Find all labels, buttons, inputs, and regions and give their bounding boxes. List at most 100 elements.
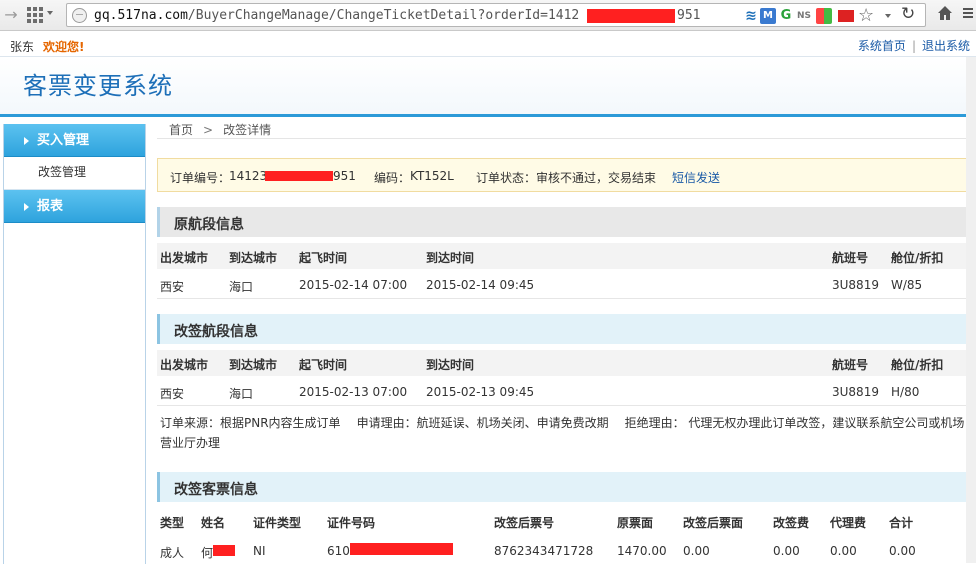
home-icon[interactable]	[936, 4, 954, 22]
change-reasons: 订单来源：根据PNR内容生成订单 申请理由：航班延误、机场关闭、申请免费改期 拒绝理…	[160, 413, 965, 453]
ext-blue-icon[interactable]: M	[760, 8, 776, 24]
cell-departure: 西安	[160, 280, 185, 294]
order-source: 订单来源：根据PNR内容生成订单	[160, 416, 341, 430]
chevron-down-icon[interactable]	[47, 11, 53, 15]
browser-toolbar: → gq.517na.com/BuyerChangeManage/ChangeT…	[0, 0, 976, 31]
col-change-fee: 改签费	[773, 516, 810, 530]
cell-flight-no: 3U8819	[832, 385, 879, 399]
back-arrow-icon[interactable]: →	[2, 6, 20, 24]
table-header: 出发城市 到达城市 起飞时间 到达时间 航班号 舱位/折扣	[157, 350, 967, 376]
col-flight-no: 航班号	[832, 251, 869, 265]
sidebar: 买入管理 改签管理 报表	[3, 124, 146, 564]
cell-original-fare: 1470.00	[617, 544, 667, 558]
url-host: gq.517na.com	[94, 8, 188, 23]
sidebar-item-buy-management[interactable]: 买入管理	[4, 124, 145, 157]
sidebar-item-label: 报表	[37, 199, 64, 214]
cell-name: 何	[201, 546, 214, 560]
windows-extension-icon[interactable]	[816, 8, 832, 24]
cell-type: 成人	[160, 546, 185, 560]
user-strip: 张东 欢迎您! 系统首页 | 退出系统	[0, 31, 976, 57]
col-takeoff-time: 起飞时间	[299, 251, 348, 265]
cell-takeoff-time: 2015-02-13 07:00	[299, 385, 408, 399]
globe-icon	[72, 8, 87, 23]
sidebar-item-reports[interactable]: 报表	[4, 190, 145, 223]
star-icon[interactable]: ☆	[858, 5, 874, 26]
col-new-ticket-no: 改签后票号	[494, 516, 555, 530]
col-takeoff-time: 起飞时间	[299, 358, 348, 372]
cell-flight-no: 3U8819	[832, 278, 879, 292]
cell-departure: 西安	[160, 387, 185, 401]
col-flight-no: 航班号	[832, 358, 869, 372]
order-status: 审核不通过，交易结束	[536, 171, 657, 185]
menu-icon[interactable]	[963, 8, 973, 20]
table-row: 西安 海口 2015-02-14 07:00 2015-02-14 09:45 …	[157, 269, 967, 299]
changed-segment-header: 改签航段信息	[157, 314, 967, 344]
cell-id-number: 610	[327, 544, 350, 558]
url-redaction	[587, 9, 675, 23]
cell-takeoff-time: 2015-02-14 07:00	[299, 278, 408, 292]
pnr-code: KT152L	[410, 169, 454, 183]
cell-arrival: 海口	[229, 280, 254, 294]
id-redaction	[350, 543, 453, 555]
sidebar-item-label: 改签管理	[38, 165, 87, 179]
table-row: 成人 何 NI 610 8762343471728 1470.00 0.00 0…	[157, 535, 967, 565]
url-path: /BuyerChangeManage/ChangeTicketDetail?or…	[187, 8, 580, 23]
link-separator: |	[911, 39, 916, 53]
col-arrival: 到达城市	[229, 251, 278, 265]
col-departure: 出发城市	[160, 358, 209, 372]
cell-cabin: W/85	[891, 278, 923, 292]
cell-arrival-time: 2015-02-13 09:45	[426, 385, 535, 399]
ticket-info-header: 改签客票信息	[157, 472, 967, 502]
original-segment-header: 原航段信息	[157, 207, 967, 237]
breadcrumb-home[interactable]: 首页	[169, 123, 193, 137]
col-original-fare: 原票面	[617, 516, 654, 530]
col-total: 合计	[889, 516, 914, 530]
col-id-type: 证件类型	[253, 516, 302, 530]
logout-link[interactable]: 退出系统	[922, 39, 970, 53]
dropdown-icon[interactable]	[885, 14, 891, 18]
cell-cabin: H/80	[891, 385, 920, 399]
col-name: 姓名	[201, 516, 226, 530]
col-departure: 出发城市	[160, 251, 209, 265]
cell-total: 0.00	[889, 544, 916, 558]
cell-change-fee: 0.00	[773, 544, 800, 558]
section-title: 原航段信息	[174, 217, 244, 233]
flag-icon[interactable]	[838, 10, 854, 22]
sms-send-link[interactable]: 短信发送	[672, 171, 720, 185]
apply-reason: 申请理由：航班延误、机场关闭、申请免费改期	[356, 416, 609, 430]
order-number-suffix: 951	[333, 169, 356, 183]
system-title: 客票变更系统	[23, 72, 173, 100]
table-row: 西安 海口 2015-02-13 07:00 2015-02-13 09:45 …	[157, 376, 967, 406]
breadcrumb-current: 改签详情	[223, 123, 272, 137]
url-tail: 951	[677, 8, 701, 23]
system-home-link[interactable]: 系统首页	[858, 39, 906, 53]
col-id-number: 证件号码	[327, 516, 376, 530]
breadcrumb-divider	[157, 138, 967, 139]
swirl-extension-icon[interactable]: ≋	[743, 8, 759, 24]
cell-arrival: 海口	[229, 387, 254, 401]
top-links: 系统首页 | 退出系统	[858, 37, 970, 54]
address-bar[interactable]: gq.517na.com/BuyerChangeManage/ChangeTic…	[66, 3, 926, 27]
welcome-text: 欢迎您!	[43, 40, 85, 54]
col-agency-fee: 代理费	[830, 516, 867, 530]
vertical-scrollbar[interactable]	[966, 57, 976, 563]
table-header: 出发城市 到达城市 起飞时间 到达时间 航班号 舱位/折扣	[157, 243, 967, 269]
name-redaction	[213, 545, 235, 556]
breadcrumb-separator: >	[203, 123, 214, 137]
order-status-label: 订单状态：	[476, 171, 537, 185]
apps-grid-icon[interactable]	[27, 7, 43, 23]
col-arrival-time: 到达时间	[426, 358, 475, 372]
pnr-code-label: 编码：	[374, 171, 411, 185]
g-extension-icon[interactable]: G	[778, 8, 794, 24]
expand-arrow-icon	[24, 137, 29, 145]
col-cabin: 舱位/折扣	[891, 251, 944, 265]
system-banner: 客票变更系统	[0, 57, 976, 117]
sidebar-item-change-management[interactable]: 改签管理	[4, 157, 145, 190]
col-cabin: 舱位/折扣	[891, 358, 944, 372]
reload-icon[interactable]: ↻	[901, 4, 915, 24]
url-text: gq.517na.com/BuyerChangeManage/ChangeTic…	[94, 8, 579, 23]
username: 张东	[10, 40, 35, 54]
breadcrumb: 首页 > 改签详情	[169, 121, 271, 138]
section-title: 改签航段信息	[174, 324, 258, 340]
ns-extension-icon[interactable]: NS	[795, 8, 813, 24]
